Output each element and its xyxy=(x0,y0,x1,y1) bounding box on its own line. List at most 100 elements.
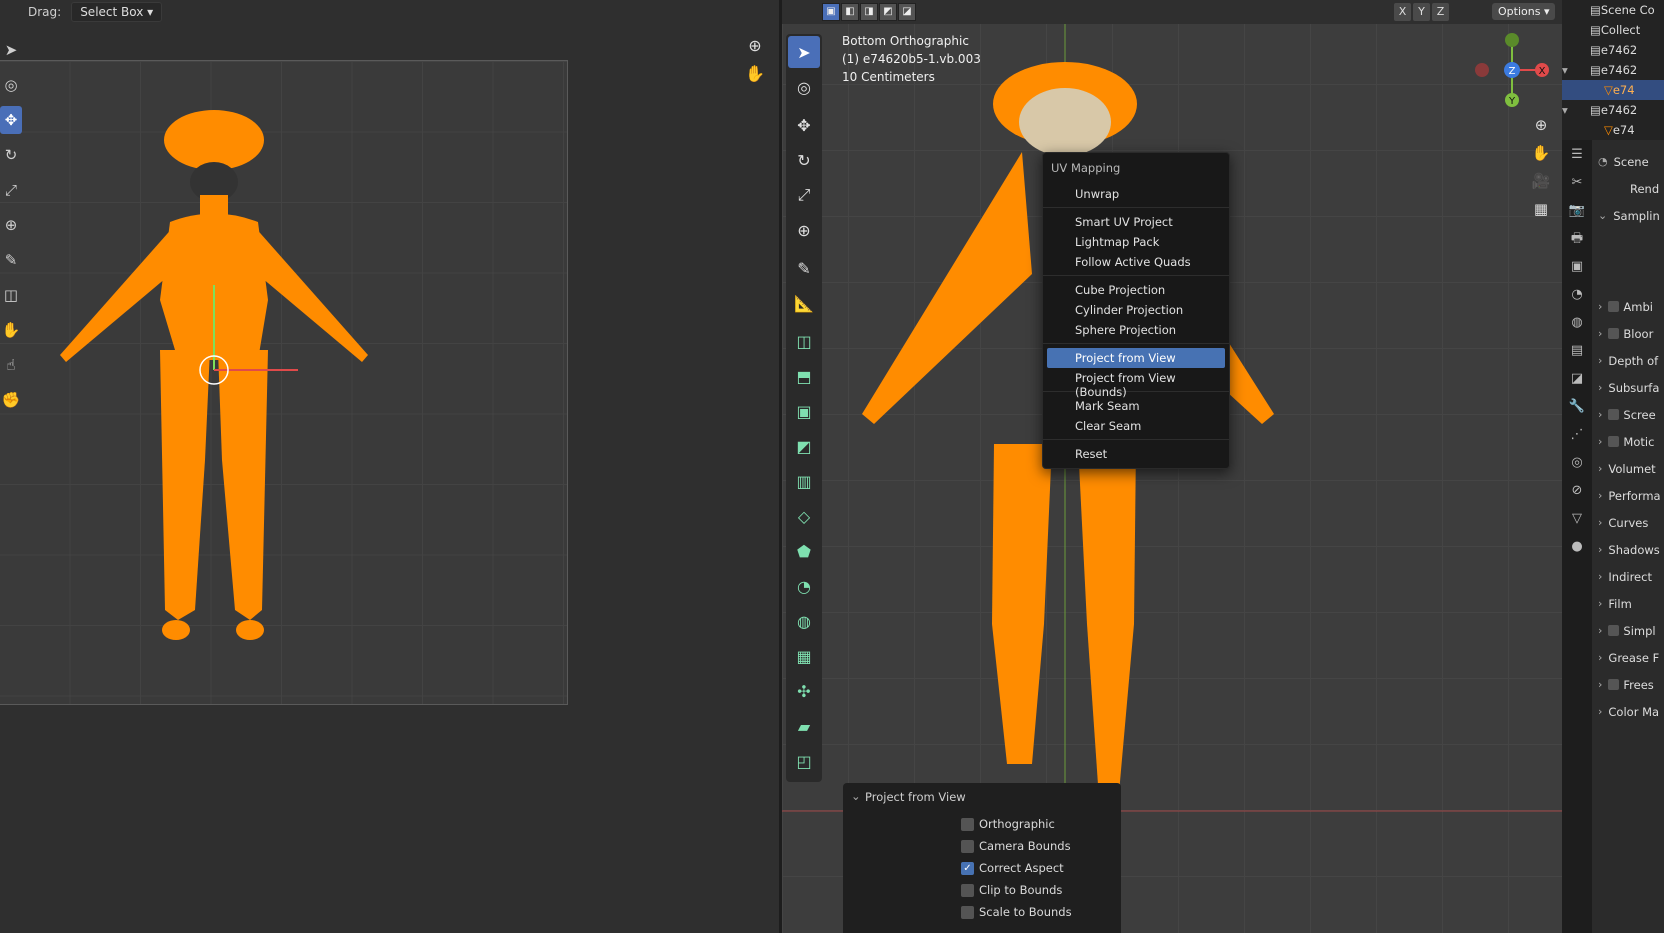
section-bloom[interactable]: › Bloor xyxy=(1592,320,1664,347)
view-layer-icon[interactable]: ▣ xyxy=(1564,254,1590,280)
option-camera-bounds[interactable]: Camera Bounds xyxy=(843,835,1121,857)
cursor-target-icon[interactable]: ◎ xyxy=(0,71,22,99)
menu-item-project-from-view[interactable]: Project from View xyxy=(1047,348,1225,368)
section-grease-pencil[interactable]: › Grease F xyxy=(1592,644,1664,671)
camera-icon[interactable]: 🎥 xyxy=(1527,172,1555,200)
collection-icon[interactable]: ▤ xyxy=(1564,338,1590,364)
checkbox[interactable] xyxy=(1608,679,1620,690)
checkbox[interactable] xyxy=(1608,625,1620,636)
rotate-icon[interactable]: ↻ xyxy=(788,144,820,176)
bevel-icon[interactable]: ◩ xyxy=(788,430,820,462)
menu-item-follow-active-quads[interactable]: Follow Active Quads xyxy=(1043,252,1229,272)
options-dropdown[interactable]: Options ▾ xyxy=(1492,3,1556,20)
outliner-row[interactable]: ▽ e74 xyxy=(1562,120,1664,140)
checkbox[interactable] xyxy=(961,817,974,831)
zoom-icon[interactable]: ⊕ xyxy=(742,36,768,64)
extrude-icon[interactable]: ⬒ xyxy=(788,360,820,392)
checkbox[interactable] xyxy=(1608,328,1620,339)
zoom-icon[interactable]: ⊕ xyxy=(1527,116,1555,144)
checkbox[interactable] xyxy=(961,839,974,853)
measure-icon[interactable]: 📐 xyxy=(788,287,820,319)
constraints-icon[interactable]: ⊘ xyxy=(1564,478,1590,504)
checkbox[interactable] xyxy=(961,905,974,919)
particles-icon[interactable]: ⋰ xyxy=(1564,422,1590,448)
outliner-row-selected[interactable]: ▽ e74 xyxy=(1562,80,1664,100)
editor-type-icon[interactable]: ☰ xyxy=(1564,142,1590,168)
render-icon[interactable]: 📷 xyxy=(1564,198,1590,224)
outliner-row[interactable]: ▤ Scene Co xyxy=(1562,0,1664,20)
outliner-row[interactable]: ▤ e7462 xyxy=(1562,40,1664,60)
output-icon[interactable]: 🖶 xyxy=(1564,226,1590,252)
checkbox[interactable] xyxy=(1608,436,1620,447)
poly-build-icon[interactable]: ⬟ xyxy=(788,535,820,567)
annotate-icon[interactable]: ✎ xyxy=(0,246,22,274)
world-icon[interactable]: ◍ xyxy=(1564,310,1590,336)
annotate-icon[interactable]: ✎ xyxy=(788,252,820,284)
menu-item-mark-seam[interactable]: Mark Seam xyxy=(1043,396,1229,416)
tool-icon[interactable]: ✂ xyxy=(1564,170,1590,196)
render-engine-row[interactable]: Rend xyxy=(1592,175,1664,202)
select-intersect-icon[interactable]: ◪ xyxy=(898,3,916,21)
data-icon[interactable]: ▽ xyxy=(1564,506,1590,532)
menu-item-cube-projection[interactable]: Cube Projection xyxy=(1043,280,1229,300)
section-volumetrics[interactable]: › Volumet xyxy=(1592,455,1664,482)
menu-item-reset[interactable]: Reset xyxy=(1043,444,1229,464)
shear-icon[interactable]: ▰ xyxy=(788,710,820,742)
select-subtract-icon[interactable]: ◨ xyxy=(860,3,878,21)
rip-icon[interactable]: ◫ xyxy=(0,281,22,309)
menu-item-smart-uv-project[interactable]: Smart UV Project xyxy=(1043,212,1229,232)
option-clip-to-bounds[interactable]: Clip to Bounds xyxy=(843,879,1121,901)
outliner-row[interactable]: ▾ ▤ e7462 xyxy=(1562,60,1664,80)
axis-y-toggle[interactable]: Y xyxy=(1413,3,1430,21)
menu-item-unwrap[interactable]: Unwrap xyxy=(1043,184,1229,204)
transform-icon[interactable]: ⊕ xyxy=(0,211,22,239)
section-depth-of-field[interactable]: › Depth of xyxy=(1592,347,1664,374)
outliner-row[interactable]: ▾ ▤ e7462 xyxy=(1562,100,1664,120)
spin-icon[interactable]: ◔ xyxy=(788,570,820,602)
section-sampling[interactable]: ⌄ Samplin xyxy=(1592,202,1664,229)
inset-icon[interactable]: ▣ xyxy=(788,395,820,427)
section-performance[interactable]: › Performa xyxy=(1592,482,1664,509)
rotate-icon[interactable]: ↻ xyxy=(0,141,22,169)
smooth-icon[interactable]: ◍ xyxy=(788,605,820,637)
physics-icon[interactable]: ◎ xyxy=(1564,450,1590,476)
section-film[interactable]: › Film xyxy=(1592,590,1664,617)
section-screen-space[interactable]: › Scree xyxy=(1592,401,1664,428)
scale-icon[interactable]: ⤢ xyxy=(0,176,22,204)
pan-icon[interactable]: ✋ xyxy=(1527,144,1555,172)
navigation-gizmo[interactable]: X Y Z xyxy=(1472,30,1552,110)
option-correct-aspect[interactable]: ✓ Correct Aspect xyxy=(843,857,1121,879)
scene-icon[interactable]: ◔ xyxy=(1564,282,1590,308)
section-shadows[interactable]: › Shadows xyxy=(1592,536,1664,563)
material-icon[interactable]: ● xyxy=(1564,534,1590,560)
section-curves[interactable]: › Curves xyxy=(1592,509,1664,536)
section-subsurface[interactable]: › Subsurfa xyxy=(1592,374,1664,401)
edge-slide-icon[interactable]: ▦ xyxy=(788,640,820,672)
checkbox[interactable] xyxy=(961,883,974,897)
cursor-icon[interactable]: ◎ xyxy=(788,71,820,103)
section-indirect[interactable]: › Indirect xyxy=(1592,563,1664,590)
select-tool-icon[interactable]: ➤ xyxy=(788,36,820,68)
loop-cut-icon[interactable]: ▥ xyxy=(788,465,820,497)
menu-item-clear-seam[interactable]: Clear Seam xyxy=(1043,416,1229,436)
add-cube-icon[interactable]: ◫ xyxy=(788,325,820,357)
section-ambient-occlusion[interactable]: › Ambi xyxy=(1592,293,1664,320)
rip-region-icon[interactable]: ◰ xyxy=(788,745,820,777)
modifier-icon[interactable]: 🔧 xyxy=(1564,394,1590,420)
checkbox[interactable] xyxy=(1608,409,1620,420)
section-freestyle[interactable]: › Frees xyxy=(1592,671,1664,698)
axis-x-toggle[interactable]: X xyxy=(1394,3,1411,21)
knife-icon[interactable]: ◇ xyxy=(788,500,820,532)
transform-icon[interactable]: ⊕ xyxy=(788,214,820,246)
option-scale-to-bounds[interactable]: Scale to Bounds xyxy=(843,901,1121,923)
scale-icon[interactable]: ⤢ xyxy=(788,179,820,211)
axis-z-toggle[interactable]: Z xyxy=(1432,3,1449,21)
section-color-management[interactable]: › Color Ma xyxy=(1592,698,1664,725)
cursor-icon[interactable]: ➤ xyxy=(0,36,22,64)
menu-item-project-from-view-bounds[interactable]: Project from View (Bounds) xyxy=(1043,368,1229,399)
section-simplify[interactable]: › Simpl xyxy=(1592,617,1664,644)
checkbox[interactable] xyxy=(1608,301,1620,312)
option-orthographic[interactable]: Orthographic xyxy=(843,813,1121,835)
object-icon[interactable]: ◪ xyxy=(1564,366,1590,392)
select-difference-icon[interactable]: ◩ xyxy=(879,3,897,21)
